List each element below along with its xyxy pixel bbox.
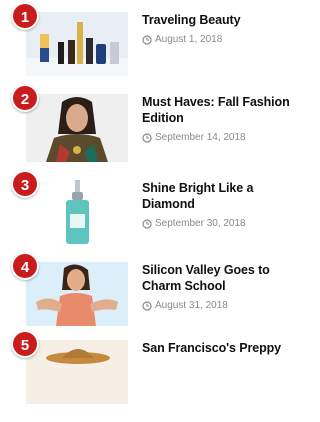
post-title[interactable]: Must Haves: Fall Fashion Edition xyxy=(142,94,307,126)
post-meta: August 1, 2018 xyxy=(142,34,307,45)
post-info: Must Haves: Fall Fashion Edition Septemb… xyxy=(142,94,307,143)
post-info: Silicon Valley Goes to Charm School Augu… xyxy=(142,262,307,311)
fashion-model-image xyxy=(26,94,128,162)
post-thumbnail[interactable] xyxy=(26,12,128,76)
post-item[interactable]: 1 Traveling Beauty August 1, 2018 xyxy=(0,2,312,94)
beauty-products-image xyxy=(26,12,128,76)
post-title[interactable]: Traveling Beauty xyxy=(142,12,307,28)
post-item[interactable]: 2 Must Haves: Fall Fashion Edition Septe… xyxy=(0,84,312,176)
post-meta: September 30, 2018 xyxy=(142,218,307,229)
clock-icon xyxy=(142,132,152,143)
post-date: September 30, 2018 xyxy=(155,218,246,229)
post-title[interactable]: San Francisco's Preppy xyxy=(142,340,307,356)
clock-icon xyxy=(142,300,152,311)
post-info: Shine Bright Like a Diamond September 30… xyxy=(142,180,307,229)
post-meta: August 31, 2018 xyxy=(142,300,307,311)
post-thumbnail[interactable] xyxy=(26,94,128,162)
post-item[interactable]: 3 Shine Bright Like a Diamond September … xyxy=(0,170,312,262)
post-date: August 31, 2018 xyxy=(155,300,228,311)
woman-portrait-image xyxy=(26,262,128,326)
post-thumbnail[interactable] xyxy=(26,262,128,326)
post-item[interactable]: 4 Silicon Valley Goes to Charm School Au… xyxy=(0,252,312,344)
clock-icon xyxy=(142,34,152,45)
post-title[interactable]: Shine Bright Like a Diamond xyxy=(142,180,307,212)
rank-badge: 3 xyxy=(11,170,39,198)
post-info: Traveling Beauty August 1, 2018 xyxy=(142,12,307,45)
rank-badge: 2 xyxy=(11,84,39,112)
post-thumbnail[interactable] xyxy=(26,180,128,244)
clock-icon xyxy=(142,218,152,229)
post-thumbnail[interactable] xyxy=(26,340,128,404)
hat-image xyxy=(26,340,128,404)
post-date: September 14, 2018 xyxy=(155,132,246,143)
rank-badge: 4 xyxy=(11,252,39,280)
post-title[interactable]: Silicon Valley Goes to Charm School xyxy=(142,262,307,294)
post-item[interactable]: 5 San Francisco's Preppy xyxy=(0,330,312,422)
serum-bottle-image xyxy=(26,180,128,244)
post-meta: September 14, 2018 xyxy=(142,132,307,143)
rank-badge: 5 xyxy=(11,330,39,358)
rank-badge: 1 xyxy=(11,2,39,30)
post-info: San Francisco's Preppy xyxy=(142,340,307,356)
post-date: August 1, 2018 xyxy=(155,34,223,45)
